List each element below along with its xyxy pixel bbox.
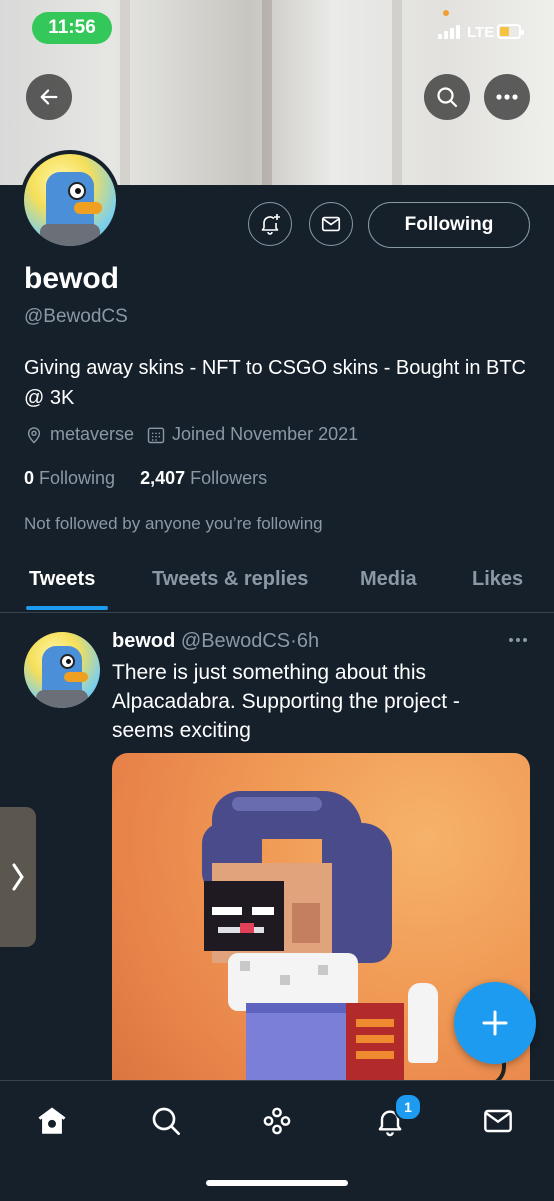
nav-home[interactable]: [32, 1101, 72, 1141]
notify-button[interactable]: [248, 202, 292, 246]
more-options-button[interactable]: [484, 74, 530, 120]
followers-count-link[interactable]: 2,407 Followers: [140, 468, 267, 488]
following-label: Following: [39, 468, 116, 488]
location: metaverse: [24, 424, 134, 445]
nav-spaces[interactable]: [257, 1101, 297, 1141]
tweet-avatar[interactable]: [24, 632, 100, 708]
tweet-author-handle[interactable]: @BewodCS: [181, 630, 290, 652]
tweet-text: There is just something about this Alpac…: [112, 661, 460, 742]
status-bar: 11:56 LTE: [0, 0, 554, 60]
profile-meta: metaverse Joined November 2021: [24, 424, 370, 445]
search-icon: [437, 87, 458, 108]
join-date-text: Joined November 2021: [172, 424, 359, 444]
profile-name: bewod: [24, 262, 119, 295]
nav-messages[interactable]: [478, 1101, 518, 1141]
following-count-link[interactable]: 0 Following: [24, 468, 115, 488]
not-followed-notice: Not followed by anyone you’re following: [24, 514, 323, 533]
bell-plus-icon: [261, 214, 280, 235]
battery-icon: [497, 24, 524, 39]
tweet-time[interactable]: 6h: [297, 630, 319, 652]
nav-search[interactable]: [146, 1101, 186, 1141]
home-icon: [38, 1107, 66, 1134]
calendar-icon: [147, 427, 165, 443]
back-button[interactable]: [26, 74, 72, 120]
location-text: metaverse: [50, 424, 135, 444]
envelope-icon: [321, 216, 341, 232]
network-label: LTE: [467, 24, 495, 41]
notification-badge: 1: [394, 1093, 422, 1121]
message-button[interactable]: [309, 202, 353, 246]
profile-avatar[interactable]: [20, 150, 120, 250]
follow-counts: 0 Following 2,407 Followers: [24, 468, 267, 489]
followers-count: 2,407: [140, 468, 186, 488]
tweet-author-name[interactable]: bewod: [112, 630, 175, 652]
tab-likes[interactable]: Likes: [472, 568, 523, 591]
tweet-more-button[interactable]: [507, 628, 529, 649]
plus-icon: [482, 1010, 508, 1036]
privacy-indicator: [443, 10, 449, 16]
chevron-right-icon: [12, 863, 24, 891]
tab-media[interactable]: Media: [360, 568, 417, 591]
location-pin-icon: [27, 426, 41, 443]
envelope-icon: [484, 1109, 512, 1133]
compose-tweet-button[interactable]: [454, 982, 536, 1064]
home-indicator[interactable]: [206, 1180, 348, 1186]
duck-avatar-image: [24, 154, 116, 246]
tweet-header: bewod @BewodCS·6h: [112, 630, 319, 653]
search-button[interactable]: [424, 74, 470, 120]
spaces-icon: [263, 1107, 291, 1135]
search-icon: [152, 1107, 180, 1135]
status-time: 11:56: [32, 12, 112, 44]
following-count: 0: [24, 468, 35, 488]
more-dots-icon: [496, 94, 518, 100]
profile-handle: @BewodCS: [24, 306, 128, 327]
tweet-separator: ·: [290, 630, 297, 652]
active-tab-indicator: [26, 606, 108, 610]
profile-bio: Giving away skins - NFT to CSGO skins - …: [24, 357, 527, 409]
more-dots-icon: [509, 638, 527, 642]
tab-tweets[interactable]: Tweets: [29, 568, 95, 591]
join-date: Joined November 2021: [146, 424, 358, 445]
followers-label: Followers: [190, 468, 268, 488]
side-panel-handle[interactable]: [0, 807, 36, 947]
arrow-left-icon: [40, 89, 58, 105]
tab-tweets-replies[interactable]: Tweets & replies: [152, 568, 308, 591]
following-button[interactable]: Following: [368, 202, 530, 248]
